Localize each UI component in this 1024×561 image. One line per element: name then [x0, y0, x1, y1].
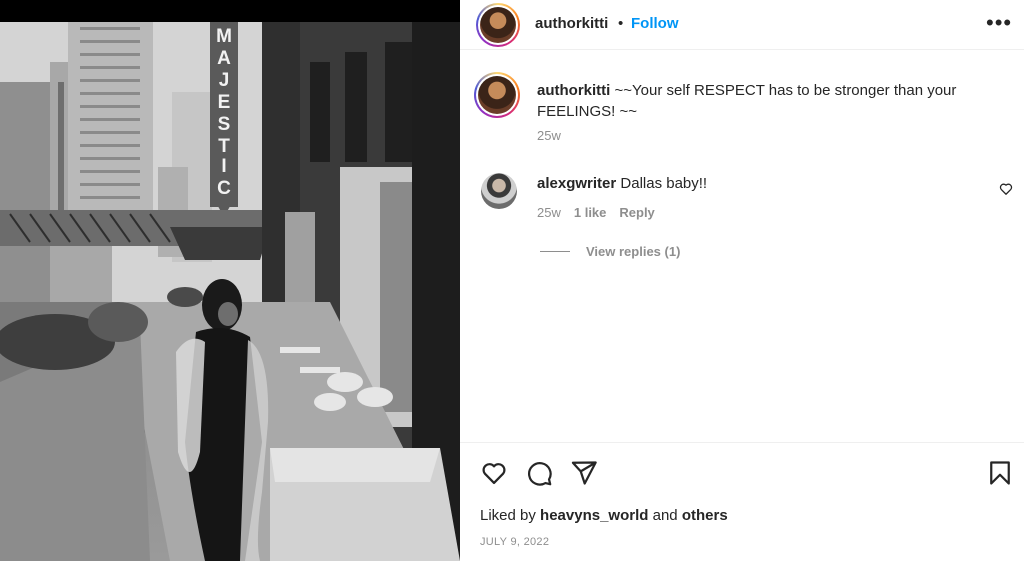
svg-text:S: S [218, 114, 231, 135]
caption-username[interactable]: authorkitti [537, 82, 610, 99]
svg-text:J: J [219, 70, 230, 91]
svg-text:M: M [216, 26, 232, 47]
author-avatar[interactable] [476, 3, 520, 47]
comment-username[interactable]: alexgwriter [537, 175, 616, 192]
caption-text-block: authorkitti ~~Your self RESPECT has to b… [537, 80, 997, 122]
post-actions-bar: Liked by heavyns_world and others JULY 9… [460, 442, 1024, 561]
post-photo-panel: M A J E S T I C [0, 0, 460, 561]
send-icon[interactable] [570, 459, 598, 487]
comment-text: Dallas baby!! [620, 175, 708, 192]
liked-by-user[interactable]: heavyns_world [540, 507, 648, 524]
svg-text:E: E [218, 92, 231, 113]
comment-text-block: alexgwriter Dallas baby!! [537, 175, 707, 192]
post-header: authorkitti • Follow ••• [460, 0, 1024, 50]
liked-by-prefix: Liked by [480, 507, 536, 524]
caption-author-avatar[interactable] [474, 72, 520, 118]
svg-text:C: C [217, 178, 231, 199]
comment-timestamp[interactable]: 25w [537, 205, 561, 220]
bookmark-icon[interactable] [986, 459, 1014, 487]
view-replies-label: View replies (1) [586, 244, 681, 259]
commenter-avatar[interactable] [481, 173, 517, 209]
comment-likes[interactable]: 1 like [574, 205, 607, 220]
more-horizontal-icon[interactable]: ••• [986, 12, 1012, 34]
avatar-photo [478, 76, 516, 114]
street-scene-image: M A J E S T I C [0, 22, 460, 561]
post-sidebar: authorkitti • Follow ••• authorkitti ~~Y… [460, 0, 1024, 561]
svg-text:I: I [221, 156, 226, 177]
liked-by-and: and [652, 507, 678, 524]
comment-like-heart-icon[interactable] [999, 182, 1013, 196]
view-replies-button[interactable]: View replies (1) [540, 244, 680, 259]
separator-dot: • [618, 15, 624, 32]
reply-button[interactable]: Reply [619, 205, 654, 220]
post-photo[interactable]: M A J E S T I C [0, 22, 460, 561]
svg-text:T: T [218, 136, 230, 157]
comment-meta: 25w 1 like Reply [537, 205, 655, 220]
replies-divider-line [540, 251, 570, 252]
header-username[interactable]: authorkitti [535, 15, 608, 32]
avatar-photo [480, 7, 516, 43]
post-date[interactable]: JULY 9, 2022 [480, 536, 549, 548]
liked-by-text: Liked by heavyns_world and others [480, 507, 728, 524]
follow-button[interactable]: Follow [631, 15, 679, 32]
caption-timestamp[interactable]: 25w [537, 128, 561, 143]
liked-by-others[interactable]: others [682, 507, 728, 524]
comment-icon[interactable] [525, 459, 553, 487]
svg-text:A: A [217, 48, 231, 69]
heart-icon[interactable] [480, 459, 508, 487]
